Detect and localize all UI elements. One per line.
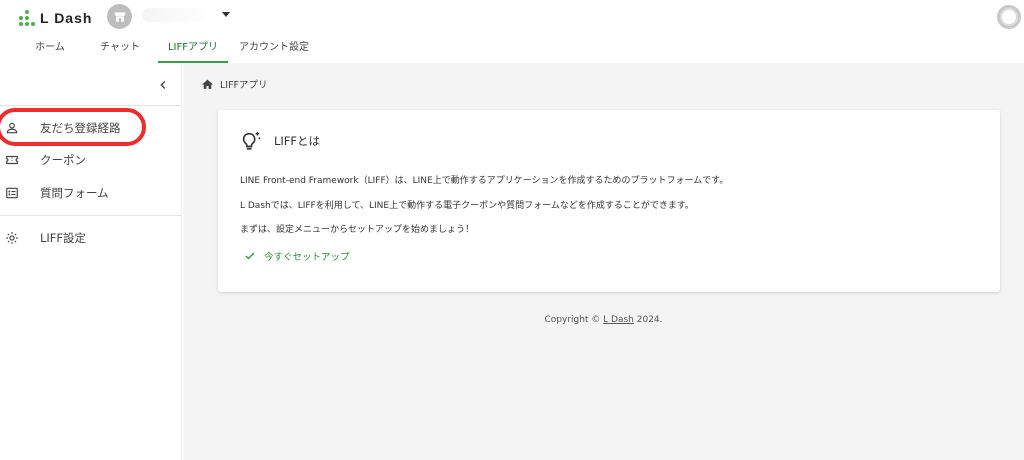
form-icon xyxy=(5,186,19,200)
main-tabs: ホーム チャット LIFFアプリ アカウント設定 xyxy=(0,34,1024,63)
ticket-icon xyxy=(5,153,19,167)
user-avatar[interactable] xyxy=(997,5,1021,29)
gear-icon xyxy=(5,231,19,245)
copyright-prefix: Copyright © xyxy=(544,315,604,325)
liff-info-card: LIFFとは LINE Front-end Framework（LIFF）は、L… xyxy=(218,110,1000,292)
app-logo[interactable]: L Dash xyxy=(18,8,92,28)
tab-chat[interactable]: チャット xyxy=(92,34,148,63)
sidebar-item-coupon[interactable]: クーポン xyxy=(0,145,182,175)
footer-copyright: Copyright © L Dash 2024. xyxy=(183,315,1024,325)
home-icon[interactable] xyxy=(201,78,214,91)
copyright-link[interactable]: L Dash xyxy=(603,315,634,325)
sidebar-divider xyxy=(0,215,182,216)
sidebar-item-label: クーポン xyxy=(40,153,86,167)
logo-mark-icon xyxy=(18,9,36,27)
card-paragraph: LINE Front-end Framework（LIFF）は、LINE上で動作… xyxy=(240,176,729,186)
check-icon xyxy=(245,252,255,260)
tab-home[interactable]: ホーム xyxy=(20,34,80,63)
app-header: L Dash ホーム チャット LIFFアプリ アカウント設定 xyxy=(0,0,1024,63)
sidebar-collapse-button[interactable] xyxy=(156,77,170,91)
card-paragraph: まずは、設定メニューからセットアップを始めましょう！ xyxy=(240,225,475,235)
card-header: LIFFとは xyxy=(240,130,320,152)
sidebar-item-label: 質問フォーム xyxy=(40,186,109,200)
store-dropdown-chevron-icon[interactable] xyxy=(222,12,230,17)
chevron-left-icon xyxy=(160,81,166,89)
sidebar: 友だち登録経路 クーポン 質問フォーム LIFF設定 xyxy=(0,63,182,460)
card-paragraph: L Dashでは、LIFFを利用して、LINE上で動作する電子クーポンや質問フォ… xyxy=(240,201,694,211)
sidebar-item-label: 友だち登録経路 xyxy=(40,121,121,135)
card-title: LIFFとは xyxy=(274,134,321,148)
setup-now-label: 今すぐセットアップ xyxy=(264,252,350,263)
sidebar-item-friend-registration-route[interactable]: 友だち登録経路 xyxy=(0,113,182,143)
sidebar-item-liff-settings[interactable]: LIFF設定 xyxy=(0,223,182,253)
main-content: LIFFアプリ LIFFとは LINE Front-end Framework（… xyxy=(183,63,1024,460)
store-icon xyxy=(114,11,125,22)
lightbulb-icon xyxy=(242,131,261,150)
store-name[interactable] xyxy=(142,8,214,22)
logo-text: L Dash xyxy=(40,10,93,26)
copyright-suffix: 2024. xyxy=(633,315,663,325)
person-add-icon xyxy=(5,121,19,135)
store-avatar[interactable] xyxy=(107,4,132,29)
tab-account-settings[interactable]: アカウント設定 xyxy=(234,34,314,63)
sidebar-divider xyxy=(0,105,182,106)
sidebar-item-question-form[interactable]: 質問フォーム xyxy=(0,178,182,208)
breadcrumb: LIFFアプリ xyxy=(201,77,268,91)
breadcrumb-current: LIFFアプリ xyxy=(220,80,268,91)
tab-liff-app[interactable]: LIFFアプリ xyxy=(158,34,228,63)
setup-now-button[interactable]: 今すぐセットアップ xyxy=(244,249,350,263)
sidebar-item-label: LIFF設定 xyxy=(40,231,87,245)
